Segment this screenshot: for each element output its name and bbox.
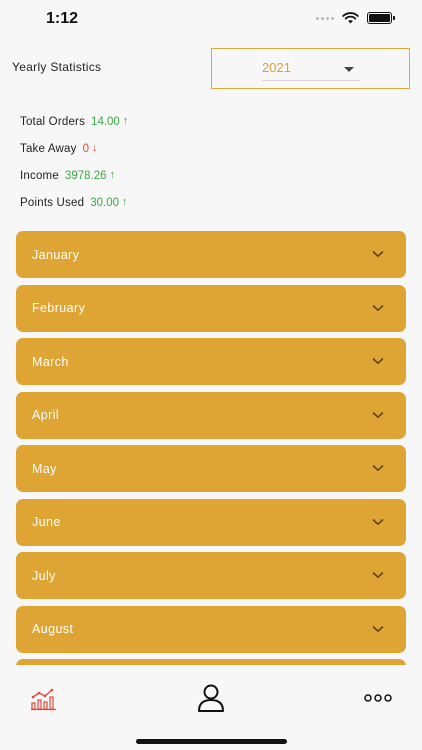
chevron-down-icon [372, 411, 384, 418]
bottom-nav [0, 665, 422, 750]
chevron-down-icon [372, 572, 384, 578]
profile-icon[interactable] [196, 683, 226, 713]
month-item-january[interactable]: January [16, 231, 406, 278]
more-icon[interactable] [364, 693, 392, 703]
month-item-march[interactable]: March [16, 338, 406, 385]
month-label: July [32, 568, 56, 583]
month-label: April [32, 408, 60, 422]
month-item-april[interactable]: April [16, 391, 406, 439]
chevron-down-icon [372, 304, 384, 311]
stats-chart-icon[interactable] [30, 687, 58, 711]
month-label: February [32, 301, 86, 315]
months-scroll-area[interactable]: January February March April May June Ju… [0, 0, 422, 665]
chevron-down-icon [372, 518, 384, 525]
month-label: June [32, 515, 61, 529]
chevron-down-icon [372, 251, 384, 257]
month-item-july[interactable]: July [16, 552, 406, 599]
month-label: March [32, 354, 69, 369]
chevron-down-icon [372, 358, 384, 364]
months-list: January February March April May June Ju… [16, 231, 406, 665]
month-item-june[interactable]: June [16, 498, 406, 546]
month-item-august[interactable]: August [16, 605, 406, 653]
chevron-down-icon [372, 625, 384, 632]
month-item-may[interactable]: May [16, 445, 406, 492]
month-label: August [32, 622, 74, 636]
home-indicator [136, 739, 287, 744]
chevron-down-icon [372, 465, 384, 471]
month-item-february[interactable]: February [16, 284, 406, 332]
month-label: January [32, 247, 80, 262]
month-label: May [32, 461, 57, 476]
